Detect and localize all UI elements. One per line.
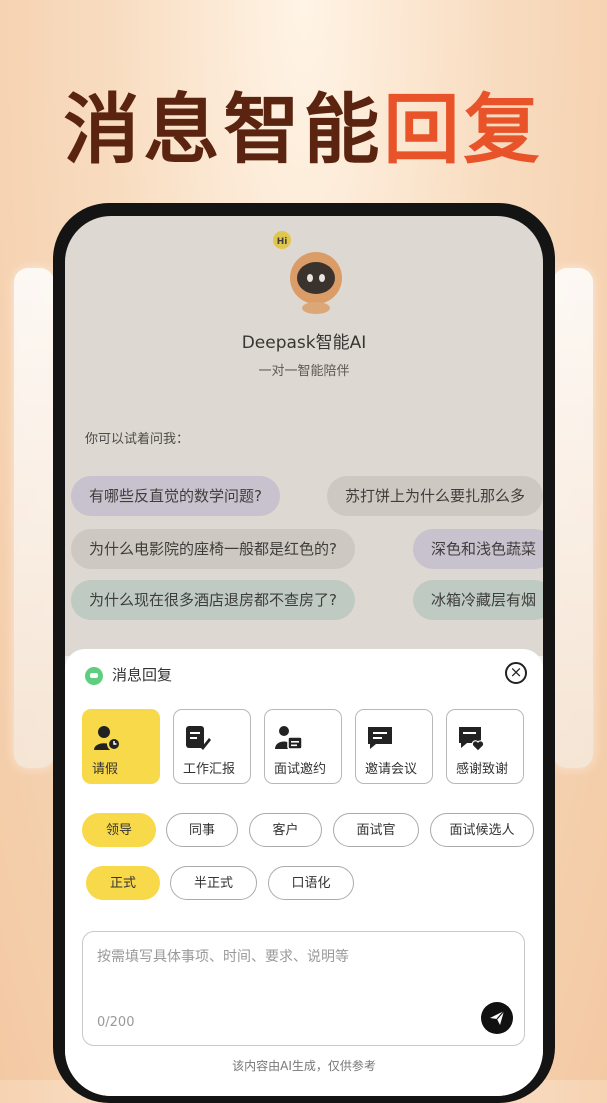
background-overlay xyxy=(65,216,543,656)
page-headline: 消息智能回复 xyxy=(0,68,607,178)
headline-part-1: 消息智能 xyxy=(63,85,384,174)
send-icon xyxy=(490,1010,505,1025)
category-label: 感谢致谢 xyxy=(456,762,509,777)
person-card-icon xyxy=(275,726,303,750)
phone-screen: Hi Deepask智能AI 一对一智能陪伴 你可以试着问我： 有哪些反直觉的数… xyxy=(65,216,543,1096)
tone-pill[interactable]: 正式 xyxy=(86,866,160,900)
category-label: 邀请会议 xyxy=(365,762,418,777)
chat-lines-icon xyxy=(368,727,392,749)
category-meeting-invite[interactable]: 邀请会议 xyxy=(355,709,433,784)
category-work-report[interactable]: 工作汇报 xyxy=(173,709,251,784)
category-label: 面试邀约 xyxy=(274,762,327,777)
reply-sheet: 消息回复 × 请假 工作汇报 面试邀约 邀请会议 感谢致谢 领导 同事 客户 面… xyxy=(65,649,543,1096)
request-input[interactable]: 按需填写具体事项、时间、要求、说明等 0/200 xyxy=(82,931,525,1046)
recipient-pill[interactable]: 同事 xyxy=(166,813,238,847)
recipient-pill[interactable]: 客户 xyxy=(249,813,322,847)
tone-pill[interactable]: 口语化 xyxy=(268,866,354,900)
category-label: 工作汇报 xyxy=(183,762,236,777)
category-leave[interactable]: 请假 xyxy=(82,709,160,784)
background-card-right xyxy=(553,268,593,768)
phone-frame: Hi Deepask智能AI 一对一智能陪伴 你可以试着问我： 有哪些反直觉的数… xyxy=(53,203,555,1103)
background-card-left xyxy=(14,268,54,768)
recipient-pill[interactable]: 面试候选人 xyxy=(430,813,534,847)
send-button[interactable] xyxy=(481,1002,513,1034)
recipient-pill[interactable]: 面试官 xyxy=(333,813,419,847)
headline-part-2: 回复 xyxy=(383,85,544,174)
input-placeholder: 按需填写具体事项、时间、要求、说明等 xyxy=(97,949,349,965)
category-label: 请假 xyxy=(92,762,119,777)
ai-disclaimer: 该内容由AI生成，仅供参考 xyxy=(232,1059,376,1073)
tone-pill[interactable]: 半正式 xyxy=(170,866,257,900)
category-interview-invite[interactable]: 面试邀约 xyxy=(264,709,342,784)
sheet-title: 消息回复 xyxy=(112,666,173,684)
recipient-pill[interactable]: 领导 xyxy=(82,813,156,847)
document-edit-icon xyxy=(186,726,211,750)
category-thanks[interactable]: 感谢致谢 xyxy=(446,709,524,784)
char-counter: 0/200 xyxy=(97,1015,135,1030)
close-button[interactable]: × xyxy=(505,662,527,684)
person-clock-icon xyxy=(94,726,121,751)
chat-heart-icon xyxy=(459,727,485,752)
message-icon xyxy=(85,667,103,685)
